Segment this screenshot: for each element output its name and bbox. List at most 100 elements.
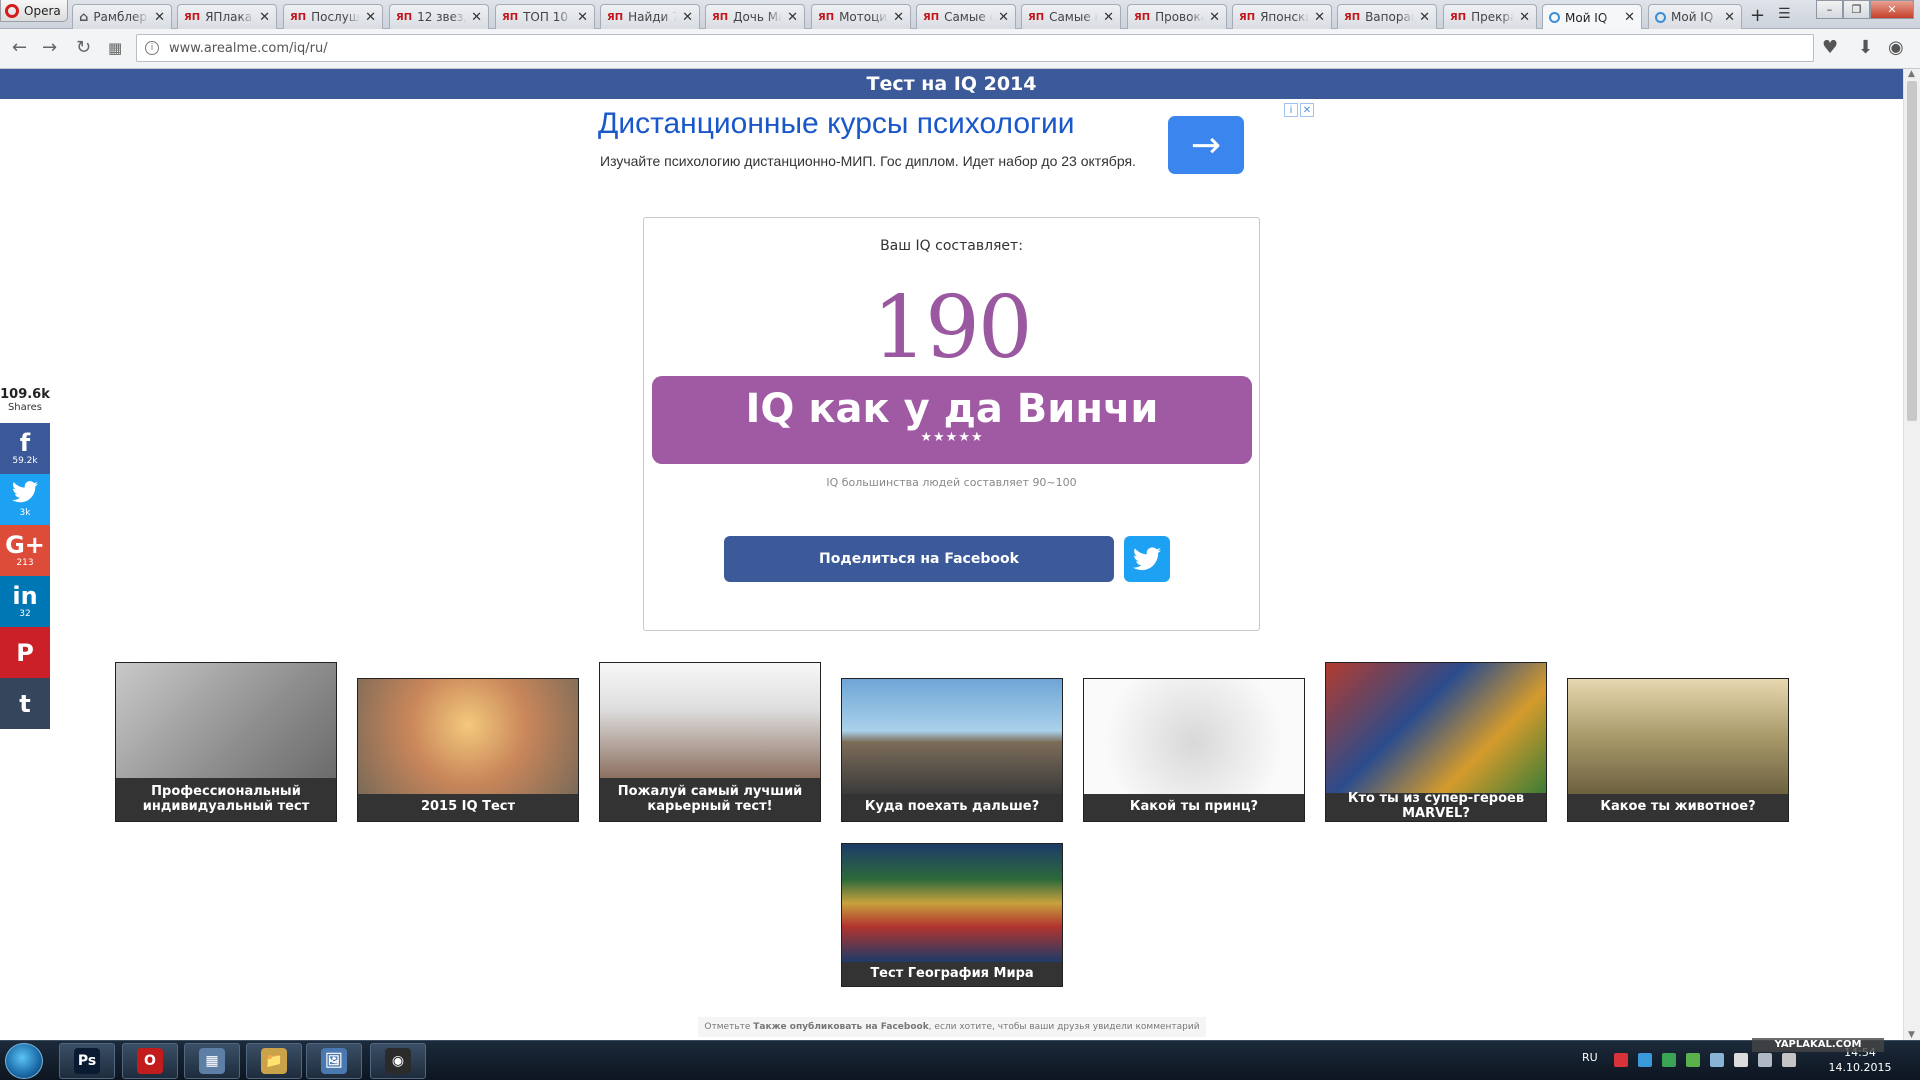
- speed-dial-icon[interactable]: ▦: [108, 39, 122, 57]
- antivirus-icon[interactable]: [1614, 1053, 1628, 1067]
- browser-tab[interactable]: ⌂ Рамблер ✕: [72, 4, 172, 29]
- taskbar-app[interactable]: Ps: [59, 1043, 115, 1079]
- browser-tab[interactable]: ЯП ЯПлакалъ ✕: [177, 4, 277, 29]
- tab-list-icon[interactable]: ☰: [1778, 6, 1791, 22]
- back-icon[interactable]: ←: [12, 37, 27, 58]
- facebook-share-button[interactable]: Поделиться на Facebook: [724, 536, 1114, 582]
- tray-app-icon[interactable]: [1710, 1053, 1724, 1067]
- browser-tab[interactable]: ЯП ТОП 10 с ✕: [495, 4, 595, 29]
- browser-tab[interactable]: ЯП Провока ✕: [1127, 4, 1227, 29]
- scrollbar-thumb[interactable]: [1907, 81, 1917, 421]
- account-icon[interactable]: ◉: [1888, 37, 1904, 58]
- ad-banner[interactable]: Дистанционные курсы психологии Изучайте …: [598, 103, 1318, 249]
- volume-icon[interactable]: [1734, 1053, 1748, 1067]
- close-tab-icon[interactable]: ✕: [1724, 10, 1735, 25]
- test-tile[interactable]: Какой ты принц?: [1083, 678, 1305, 822]
- taskbar-app[interactable]: O: [122, 1043, 178, 1079]
- close-tab-icon[interactable]: ✕: [682, 10, 693, 25]
- opera-menu-button[interactable]: Opera: [0, 0, 68, 22]
- taskbar-app[interactable]: ◉: [370, 1043, 426, 1079]
- browser-tab[interactable]: ЯП 12 звезд ✕: [389, 4, 489, 29]
- average-iq-note: IQ большинства людей составляет 90~100: [826, 476, 1077, 489]
- browser-tab[interactable]: ЯП Мотоцикл ✕: [811, 4, 911, 29]
- close-tab-icon[interactable]: ✕: [1624, 10, 1635, 25]
- maximize-icon[interactable]: ❐: [1843, 0, 1870, 19]
- close-tab-icon[interactable]: ✕: [998, 10, 1009, 25]
- close-tab-icon[interactable]: ✕: [1519, 10, 1530, 25]
- facebook-share-button[interactable]: f 59.2k: [0, 423, 50, 474]
- google-plus-share-button[interactable]: G+ 213: [0, 525, 50, 576]
- close-tab-icon[interactable]: ✕: [259, 10, 270, 25]
- taskbar-app[interactable]: 📁: [246, 1043, 302, 1079]
- test-tile-caption: Профессиональный индивидуальный тест: [142, 783, 310, 814]
- minimize-icon[interactable]: –: [1816, 0, 1843, 19]
- ad-arrow-button[interactable]: →: [1168, 116, 1244, 174]
- footnote-prefix: Отметьте: [704, 1022, 754, 1032]
- tray-app-icon[interactable]: [1662, 1053, 1676, 1067]
- test-tile[interactable]: Кто ты из супер-героев MARVEL?: [1325, 662, 1547, 822]
- tab-title: Прекрасн: [1471, 10, 1514, 24]
- browser-tab[interactable]: ЯП Самые ст ✕: [916, 4, 1016, 29]
- reload-icon[interactable]: ↻: [76, 37, 91, 58]
- taskbar-app[interactable]: 🖼: [306, 1043, 362, 1079]
- language-indicator[interactable]: RU: [1582, 1051, 1598, 1064]
- network-app-icon[interactable]: [1638, 1053, 1652, 1067]
- heart-icon[interactable]: ♥: [1822, 37, 1838, 58]
- tumblr-share-button[interactable]: t: [0, 678, 50, 729]
- test-tile[interactable]: Куда поехать дальше?: [841, 678, 1063, 822]
- test-tile[interactable]: Какое ты животное?: [1567, 678, 1789, 822]
- site-favicon-icon: [1549, 12, 1560, 23]
- browser-tab[interactable]: ЯП Самые кр ✕: [1021, 4, 1121, 29]
- start-button[interactable]: [5, 1043, 43, 1079]
- twitter-share-button[interactable]: 3k: [0, 474, 50, 525]
- close-tab-icon[interactable]: ✕: [1314, 10, 1325, 25]
- ad-info-icon[interactable]: i: [1284, 103, 1298, 117]
- ad-choices[interactable]: i ✕: [1284, 103, 1314, 117]
- close-tab-icon[interactable]: ✕: [577, 10, 588, 25]
- new-tab-icon[interactable]: +: [1750, 5, 1765, 26]
- close-tab-icon[interactable]: ✕: [154, 10, 165, 25]
- google-plus-icon: G+: [5, 531, 45, 559]
- close-tab-icon[interactable]: ✕: [787, 10, 798, 25]
- close-window-icon[interactable]: ✕: [1870, 0, 1914, 19]
- browser-tab[interactable]: ЯП Вапорай ✕: [1337, 4, 1437, 29]
- twitter-share-button[interactable]: [1124, 536, 1170, 582]
- scroll-up-icon[interactable]: ▲: [1908, 69, 1915, 79]
- close-tab-icon[interactable]: ✕: [1103, 10, 1114, 25]
- close-tab-icon[interactable]: ✕: [471, 10, 482, 25]
- ad-close-icon[interactable]: ✕: [1300, 103, 1314, 117]
- twitter-bird-icon: [1133, 547, 1161, 571]
- pinterest-share-button[interactable]: P: [0, 627, 50, 678]
- footnote-bold: Также опубликовать на Facebook: [753, 1022, 929, 1032]
- test-tile[interactable]: Тест География Мира: [841, 843, 1063, 987]
- explorer-icon: 📁: [261, 1048, 287, 1074]
- tab-title: Найди 7: [628, 10, 678, 24]
- linkedin-share-button[interactable]: in 32: [0, 576, 50, 627]
- download-icon[interactable]: ⬇: [1858, 37, 1873, 58]
- browser-tab[interactable]: ЯП Прекрасн ✕: [1443, 4, 1537, 29]
- close-tab-icon[interactable]: ✕: [893, 10, 904, 25]
- ad-title[interactable]: Дистанционные курсы психологии: [598, 107, 1074, 141]
- test-tile[interactable]: Профессиональный индивидуальный тест: [115, 662, 337, 822]
- action-center-icon[interactable]: [1782, 1053, 1796, 1067]
- browser-tab[interactable]: Мой IQ ✕: [1542, 4, 1642, 30]
- site-info-icon[interactable]: i: [145, 41, 159, 55]
- close-tab-icon[interactable]: ✕: [365, 10, 376, 25]
- network-icon[interactable]: [1758, 1053, 1772, 1067]
- taskbar-app[interactable]: ▦: [184, 1043, 240, 1079]
- browser-tab[interactable]: ЯП Послушайте ✕: [283, 4, 383, 29]
- yaplakal-favicon-icon: ЯП: [818, 11, 835, 23]
- scroll-down-icon[interactable]: ▼: [1908, 1030, 1915, 1040]
- browser-tab[interactable]: ЯП Найди 7 ✕: [600, 4, 700, 29]
- page-scrollbar[interactable]: ▲ ▼: [1903, 69, 1920, 1040]
- url-input[interactable]: i www.arealme.com/iq/ru/: [136, 34, 1814, 62]
- browser-tab[interactable]: ЯП Дочь Ма ✕: [705, 4, 805, 29]
- close-tab-icon[interactable]: ✕: [1419, 10, 1430, 25]
- close-tab-icon[interactable]: ✕: [1209, 10, 1220, 25]
- test-tile[interactable]: Пожалуй самый лучший карьерный тест!: [599, 662, 821, 822]
- tray-app-icon[interactable]: [1686, 1053, 1700, 1067]
- browser-tab[interactable]: ЯП Японские ✕: [1232, 4, 1332, 29]
- browser-tab[interactable]: Мой IQ ✕: [1648, 4, 1742, 29]
- forward-icon[interactable]: →: [42, 37, 57, 58]
- test-tile[interactable]: 2015 IQ Тест: [357, 678, 579, 822]
